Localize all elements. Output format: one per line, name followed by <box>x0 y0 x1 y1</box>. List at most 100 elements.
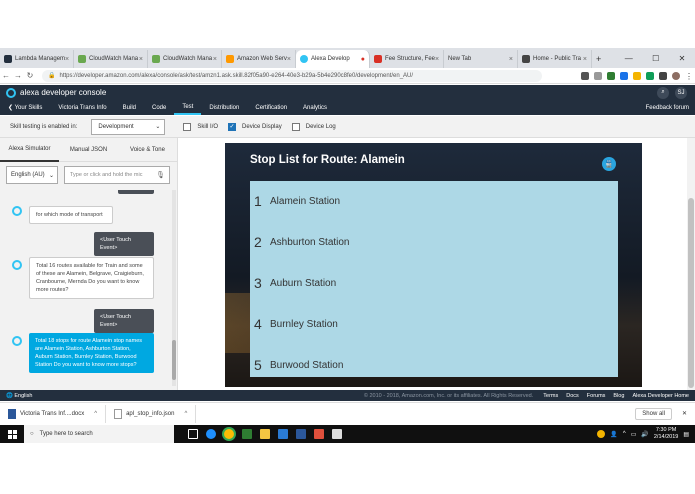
tab-manual-json[interactable]: Manual JSON <box>59 138 118 162</box>
windows-start-icon[interactable] <box>0 429 24 439</box>
url-field[interactable]: 🔒 https://developer.amazon.com/alexa/cons… <box>42 69 542 82</box>
forward-arrow-icon[interactable]: → <box>12 71 24 80</box>
nav-distribution[interactable]: Distribution <box>201 100 247 115</box>
chevron-up-icon[interactable]: ^ <box>184 411 187 417</box>
browser-tab[interactable]: Home - Public Tra × <box>518 50 592 68</box>
browser-tab[interactable]: Amazon Web Serv × <box>222 50 296 68</box>
maximize-button[interactable]: ☐ <box>652 54 659 63</box>
clock[interactable]: 7:30 PM 2/14/2019 <box>654 427 678 441</box>
help-icon[interactable] <box>597 430 606 438</box>
footer-language[interactable]: 🌐 English <box>0 393 32 399</box>
list-item[interactable]: 3 Auburn Station <box>250 268 618 298</box>
device-display-checkbox[interactable]: ✓ Device Display <box>228 122 282 131</box>
footer-link-alexa-home[interactable]: Alexa Developer Home <box>628 393 695 399</box>
tab-alexa-simulator[interactable]: Alexa Simulator <box>0 138 59 162</box>
close-icon[interactable]: × <box>509 56 513 63</box>
user-avatar[interactable]: SJ <box>675 86 687 99</box>
download-item[interactable]: apl_stop_info.json ^ <box>106 404 197 423</box>
stop-number: 5 <box>254 357 262 373</box>
stop-name: Ashburton Station <box>270 236 350 248</box>
vscode-icon[interactable] <box>278 429 288 439</box>
nav-code[interactable]: Code <box>144 100 174 115</box>
footer-link-docs[interactable]: Docs <box>562 393 583 399</box>
nav-analytics[interactable]: Analytics <box>295 100 335 115</box>
chevron-up-icon[interactable]: ^ <box>623 431 626 437</box>
cast-icon[interactable] <box>581 71 589 80</box>
reload-icon[interactable]: ↻ <box>24 71 36 80</box>
extension-icon[interactable] <box>659 71 667 80</box>
word-icon[interactable] <box>296 429 306 439</box>
checkbox-box[interactable] <box>183 122 192 131</box>
console-footer: 🌐 English © 2010 - 2018, Amazon.com, Inc… <box>0 390 695 401</box>
checkmark-icon[interactable]: ✓ <box>228 122 237 131</box>
footer-link-blog[interactable]: Blog <box>609 393 628 399</box>
browser-tab[interactable]: CloudWatch Mana × <box>148 50 222 68</box>
browser-tab-active[interactable]: Alexa Develop ● <box>296 50 370 68</box>
download-item[interactable]: Victoria Trans Inf....docx ^ <box>0 404 107 423</box>
nav-certification[interactable]: Certification <box>247 100 295 115</box>
notifications-icon[interactable]: ▤ <box>683 431 689 438</box>
people-icon[interactable]: 👤 <box>610 431 617 438</box>
list-item[interactable]: 1 Alamein Station <box>250 186 618 216</box>
app-icon[interactable] <box>242 429 252 439</box>
chrome-icon[interactable] <box>224 429 234 439</box>
conversation-scrollbar[interactable] <box>172 190 176 386</box>
close-icon[interactable]: × <box>435 56 439 63</box>
scrollbar-thumb[interactable] <box>172 340 176 380</box>
new-tab-button[interactable]: + <box>592 50 612 68</box>
footer-link-terms[interactable]: Terms <box>539 393 562 399</box>
stage-value: Development <box>98 123 134 130</box>
browser-tab[interactable]: Lambda Managem × <box>0 50 74 68</box>
checkbox-box[interactable] <box>291 122 300 131</box>
close-icon[interactable]: × <box>213 56 217 63</box>
minimize-button[interactable]: — <box>625 54 633 63</box>
browser-tab[interactable]: Fee Structure, Fee × <box>370 50 444 68</box>
utterance-input[interactable]: Type or click and hold the mic 🎙 <box>64 166 170 184</box>
edge-icon[interactable] <box>206 429 216 439</box>
tab-voice-tone[interactable]: Voice & Tone <box>118 138 177 162</box>
list-item[interactable]: 2 Ashburton Station <box>250 227 618 257</box>
skill-io-checkbox[interactable]: Skill I/O <box>183 122 218 131</box>
page-scrollbar[interactable] <box>687 138 695 390</box>
feedback-link[interactable]: Feedback forum <box>638 100 695 115</box>
close-icon[interactable]: × <box>65 56 69 63</box>
file-explorer-icon[interactable] <box>260 429 270 439</box>
list-item[interactable]: 4 Burnley Station <box>250 309 618 339</box>
network-icon[interactable]: ▭ <box>631 431 637 438</box>
browser-tab[interactable]: CloudWatch Mana × <box>74 50 148 68</box>
device-display-area: Stop List for Route: Alamein 🚆 1 Alamein … <box>178 138 695 390</box>
search-icon[interactable]: ⌕ <box>657 86 669 99</box>
stage-select[interactable]: Development ⌄ <box>91 118 166 135</box>
nav-test[interactable]: Test <box>174 100 202 115</box>
close-icon[interactable]: × <box>583 56 587 63</box>
taskbar-search[interactable]: ○ Type here to search <box>24 425 174 443</box>
list-item[interactable]: 5 Burwood Station <box>250 350 618 380</box>
browser-tab[interactable]: New Tab × <box>444 50 518 68</box>
back-arrow-icon[interactable]: ← <box>0 71 12 80</box>
extension-icon[interactable] <box>607 71 615 80</box>
menu-icon[interactable]: ⋮ <box>685 72 693 81</box>
close-downloads-icon[interactable]: ✕ <box>682 410 687 417</box>
device-log-checkbox[interactable]: Device Log <box>291 122 336 131</box>
extension-icon[interactable] <box>646 71 654 80</box>
task-view-icon[interactable] <box>188 429 198 439</box>
close-window-button[interactable]: ✕ <box>679 54 686 63</box>
chevron-up-icon[interactable]: ^ <box>94 411 97 417</box>
scrollbar-thumb[interactable] <box>688 198 694 388</box>
console-nav: ❮ Your Skills Victoria Trans Info Build … <box>0 100 695 115</box>
photos-icon[interactable] <box>332 429 342 439</box>
microphone-icon[interactable]: 🎙 <box>156 171 169 179</box>
profile-avatar-icon[interactable] <box>672 71 680 80</box>
show-all-button[interactable]: Show all <box>635 407 672 420</box>
app-icon[interactable] <box>314 429 324 439</box>
star-icon[interactable] <box>594 71 602 80</box>
volume-icon[interactable]: 🔊 <box>641 431 648 438</box>
footer-link-forums[interactable]: Forums <box>583 393 610 399</box>
extension-icon[interactable] <box>620 71 628 80</box>
language-select[interactable]: English (AU) ⌄ <box>6 166 58 184</box>
nav-build[interactable]: Build <box>115 100 144 115</box>
close-icon[interactable]: × <box>287 56 291 63</box>
close-icon[interactable]: × <box>139 56 143 63</box>
extension-icon[interactable] <box>633 71 641 80</box>
back-to-skills-link[interactable]: ❮ Your Skills <box>0 100 50 115</box>
